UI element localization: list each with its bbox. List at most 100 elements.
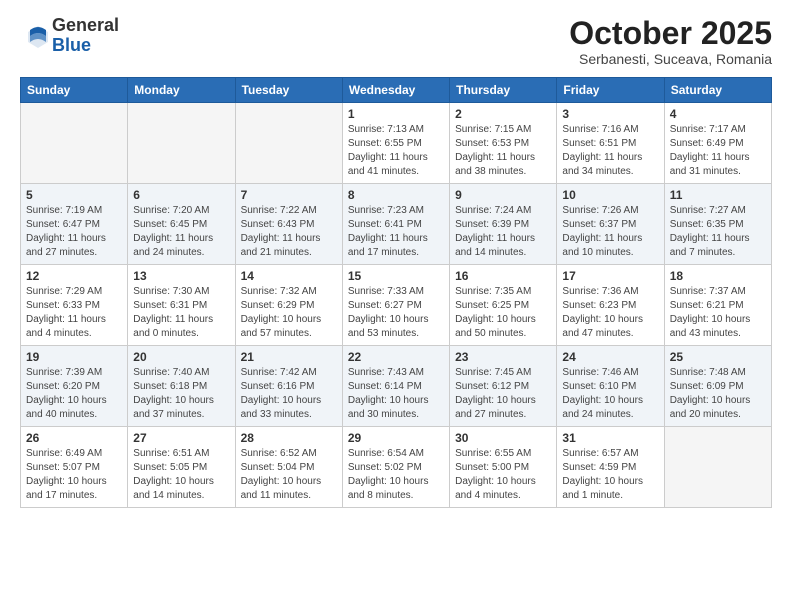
daylight-label: Daylight: 10 hours and 47 minutes.	[562, 314, 643, 339]
sunrise-label: Sunrise: 6:49 AM	[26, 448, 102, 459]
calendar-row-3: 19Sunrise: 7:39 AMSunset: 6:20 PMDayligh…	[21, 346, 772, 427]
day-info: Sunrise: 7:23 AMSunset: 6:41 PMDaylight:…	[348, 204, 444, 260]
calendar-row-4: 26Sunrise: 6:49 AMSunset: 5:07 PMDayligh…	[21, 427, 772, 508]
calendar-cell: 2Sunrise: 7:15 AMSunset: 6:53 PMDaylight…	[450, 103, 557, 184]
sunset-label: Sunset: 5:00 PM	[455, 462, 529, 473]
day-number: 25	[670, 350, 766, 364]
daylight-label: Daylight: 11 hours and 10 minutes.	[562, 233, 642, 258]
calendar-cell: 10Sunrise: 7:26 AMSunset: 6:37 PMDayligh…	[557, 184, 664, 265]
daylight-label: Daylight: 11 hours and 7 minutes.	[670, 233, 750, 258]
day-info: Sunrise: 7:39 AMSunset: 6:20 PMDaylight:…	[26, 366, 122, 422]
calendar-cell: 14Sunrise: 7:32 AMSunset: 6:29 PMDayligh…	[235, 265, 342, 346]
day-number: 28	[241, 431, 337, 445]
sunset-label: Sunset: 6:39 PM	[455, 219, 529, 230]
sunrise-label: Sunrise: 6:55 AM	[455, 448, 531, 459]
daylight-label: Daylight: 10 hours and 33 minutes.	[241, 395, 322, 420]
calendar-cell: 12Sunrise: 7:29 AMSunset: 6:33 PMDayligh…	[21, 265, 128, 346]
day-info: Sunrise: 7:46 AMSunset: 6:10 PMDaylight:…	[562, 366, 658, 422]
sunset-label: Sunset: 6:45 PM	[133, 219, 207, 230]
daylight-label: Daylight: 11 hours and 38 minutes.	[455, 152, 535, 177]
calendar-table: Sunday Monday Tuesday Wednesday Thursday…	[20, 77, 772, 508]
month-title: October 2025	[569, 16, 772, 51]
day-number: 10	[562, 188, 658, 202]
daylight-label: Daylight: 10 hours and 53 minutes.	[348, 314, 429, 339]
title-block: October 2025 Serbanesti, Suceava, Romani…	[569, 16, 772, 67]
calendar-row-2: 12Sunrise: 7:29 AMSunset: 6:33 PMDayligh…	[21, 265, 772, 346]
daylight-label: Daylight: 11 hours and 34 minutes.	[562, 152, 642, 177]
day-info: Sunrise: 7:24 AMSunset: 6:39 PMDaylight:…	[455, 204, 551, 260]
calendar-cell: 30Sunrise: 6:55 AMSunset: 5:00 PMDayligh…	[450, 427, 557, 508]
sunrise-label: Sunrise: 7:40 AM	[133, 367, 209, 378]
day-number: 7	[241, 188, 337, 202]
daylight-label: Daylight: 11 hours and 41 minutes.	[348, 152, 428, 177]
daylight-label: Daylight: 11 hours and 21 minutes.	[241, 233, 321, 258]
day-info: Sunrise: 7:43 AMSunset: 6:14 PMDaylight:…	[348, 366, 444, 422]
day-number: 22	[348, 350, 444, 364]
day-info: Sunrise: 7:45 AMSunset: 6:12 PMDaylight:…	[455, 366, 551, 422]
sunrise-label: Sunrise: 7:20 AM	[133, 205, 209, 216]
col-tuesday: Tuesday	[235, 78, 342, 103]
sunrise-label: Sunrise: 7:16 AM	[562, 124, 638, 135]
day-info: Sunrise: 7:42 AMSunset: 6:16 PMDaylight:…	[241, 366, 337, 422]
sunset-label: Sunset: 6:14 PM	[348, 381, 422, 392]
col-friday: Friday	[557, 78, 664, 103]
day-info: Sunrise: 6:51 AMSunset: 5:05 PMDaylight:…	[133, 447, 229, 503]
daylight-label: Daylight: 10 hours and 40 minutes.	[26, 395, 107, 420]
daylight-label: Daylight: 10 hours and 57 minutes.	[241, 314, 322, 339]
day-info: Sunrise: 7:17 AMSunset: 6:49 PMDaylight:…	[670, 123, 766, 179]
daylight-label: Daylight: 10 hours and 24 minutes.	[562, 395, 643, 420]
daylight-label: Daylight: 11 hours and 24 minutes.	[133, 233, 213, 258]
location-subtitle: Serbanesti, Suceava, Romania	[569, 51, 772, 67]
day-info: Sunrise: 6:52 AMSunset: 5:04 PMDaylight:…	[241, 447, 337, 503]
day-number: 23	[455, 350, 551, 364]
sunset-label: Sunset: 6:51 PM	[562, 138, 636, 149]
sunrise-label: Sunrise: 7:26 AM	[562, 205, 638, 216]
day-info: Sunrise: 7:13 AMSunset: 6:55 PMDaylight:…	[348, 123, 444, 179]
sunrise-label: Sunrise: 7:17 AM	[670, 124, 746, 135]
calendar-cell: 9Sunrise: 7:24 AMSunset: 6:39 PMDaylight…	[450, 184, 557, 265]
calendar-cell	[21, 103, 128, 184]
calendar-cell: 5Sunrise: 7:19 AMSunset: 6:47 PMDaylight…	[21, 184, 128, 265]
sunset-label: Sunset: 5:05 PM	[133, 462, 207, 473]
calendar-cell: 17Sunrise: 7:36 AMSunset: 6:23 PMDayligh…	[557, 265, 664, 346]
sunset-label: Sunset: 5:02 PM	[348, 462, 422, 473]
sunset-label: Sunset: 6:21 PM	[670, 300, 744, 311]
day-info: Sunrise: 7:37 AMSunset: 6:21 PMDaylight:…	[670, 285, 766, 341]
calendar-cell: 31Sunrise: 6:57 AMSunset: 4:59 PMDayligh…	[557, 427, 664, 508]
daylight-label: Daylight: 11 hours and 4 minutes.	[26, 314, 106, 339]
calendar-cell: 27Sunrise: 6:51 AMSunset: 5:05 PMDayligh…	[128, 427, 235, 508]
daylight-label: Daylight: 10 hours and 27 minutes.	[455, 395, 536, 420]
logo-icon	[24, 22, 52, 50]
day-number: 15	[348, 269, 444, 283]
day-number: 2	[455, 107, 551, 121]
day-info: Sunrise: 7:29 AMSunset: 6:33 PMDaylight:…	[26, 285, 122, 341]
calendar-cell: 21Sunrise: 7:42 AMSunset: 6:16 PMDayligh…	[235, 346, 342, 427]
sunrise-label: Sunrise: 7:32 AM	[241, 286, 317, 297]
calendar-cell: 3Sunrise: 7:16 AMSunset: 6:51 PMDaylight…	[557, 103, 664, 184]
sunrise-label: Sunrise: 7:43 AM	[348, 367, 424, 378]
calendar-cell: 15Sunrise: 7:33 AMSunset: 6:27 PMDayligh…	[342, 265, 449, 346]
calendar-cell: 25Sunrise: 7:48 AMSunset: 6:09 PMDayligh…	[664, 346, 771, 427]
calendar-cell: 19Sunrise: 7:39 AMSunset: 6:20 PMDayligh…	[21, 346, 128, 427]
day-number: 5	[26, 188, 122, 202]
day-number: 16	[455, 269, 551, 283]
calendar-cell: 20Sunrise: 7:40 AMSunset: 6:18 PMDayligh…	[128, 346, 235, 427]
page-container: General Blue October 2025 Serbanesti, Su…	[0, 0, 792, 520]
sunset-label: Sunset: 6:41 PM	[348, 219, 422, 230]
calendar-cell: 8Sunrise: 7:23 AMSunset: 6:41 PMDaylight…	[342, 184, 449, 265]
calendar-cell: 16 Sunrise: 7:35 AMSunset: 6:25 PMDayligh…	[450, 265, 557, 346]
sunrise-label: Sunrise: 7:45 AM	[455, 367, 531, 378]
day-number: 4	[670, 107, 766, 121]
sunrise-label: Sunrise: 7:36 AM	[562, 286, 638, 297]
sunset-label: Sunset: 6:53 PM	[455, 138, 529, 149]
day-number: 6	[133, 188, 229, 202]
day-number: 1	[348, 107, 444, 121]
day-info: Sunrise: 6:49 AMSunset: 5:07 PMDaylight:…	[26, 447, 122, 503]
day-info: Sunrise: 7:35 AMSunset: 6:25 PMDaylight:…	[455, 285, 551, 341]
logo-general: General	[52, 16, 119, 36]
col-monday: Monday	[128, 78, 235, 103]
daylight-label: Daylight: 11 hours and 31 minutes.	[670, 152, 750, 177]
sunrise-label: Sunrise: 7:37 AM	[670, 286, 746, 297]
day-info: Sunrise: 6:57 AMSunset: 4:59 PMDaylight:…	[562, 447, 658, 503]
calendar-cell: 26Sunrise: 6:49 AMSunset: 5:07 PMDayligh…	[21, 427, 128, 508]
